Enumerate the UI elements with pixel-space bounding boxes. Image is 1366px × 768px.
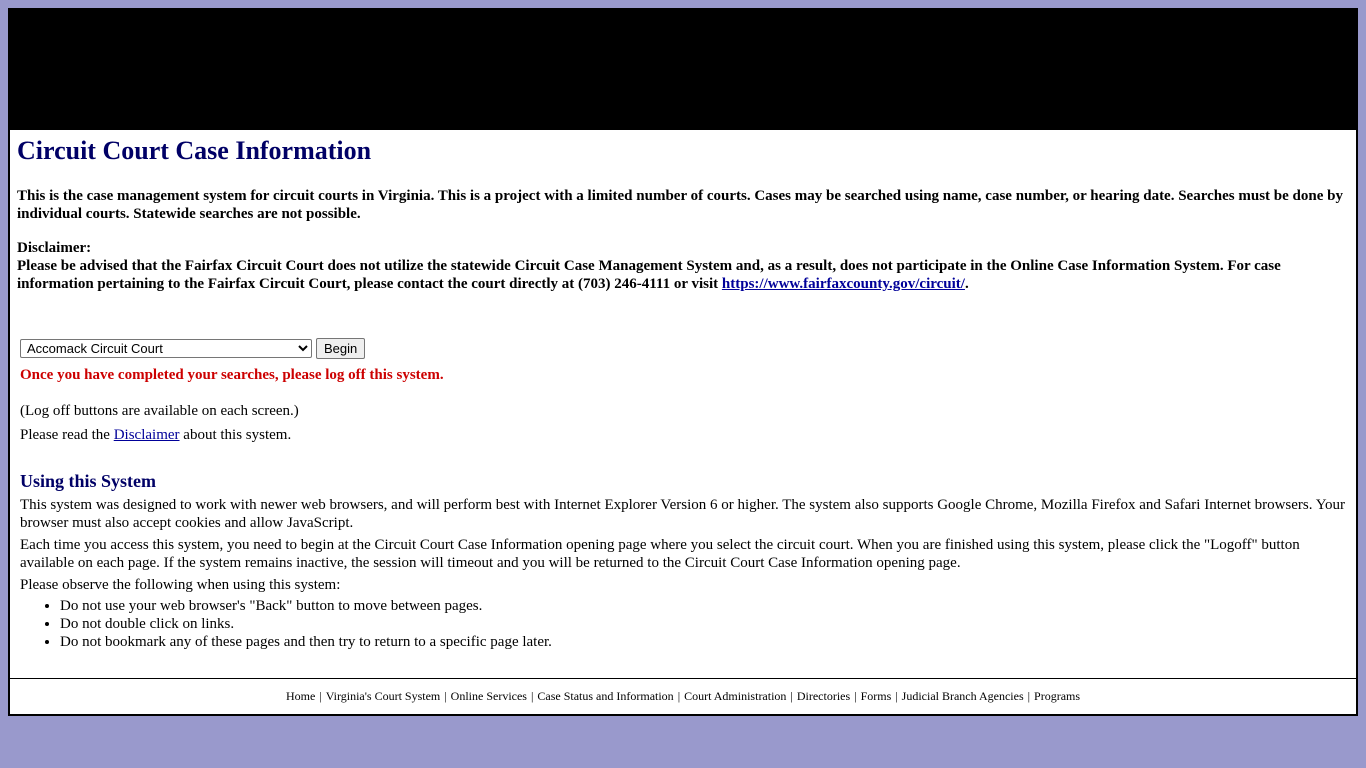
session-instructions-text: Each time you access this system, you ne…: [20, 537, 1300, 571]
footer-separator: |: [319, 688, 322, 703]
footer-separator: |: [530, 688, 534, 703]
header-banner: [10, 10, 1356, 130]
browser-requirements-text: This system was designed to work with ne…: [20, 497, 1346, 531]
fairfax-circuit-link[interactable]: https://www.fairfaxcounty.gov/circuit/: [722, 276, 965, 292]
footer-separator: |: [895, 688, 898, 703]
read-disclaimer-line: Please read the Disclaimer about this sy…: [17, 426, 1349, 444]
intro-text: This is the case management system for c…: [17, 188, 1343, 222]
footer-link-judicial-agencies[interactable]: Judicial Branch Agencies: [902, 689, 1024, 704]
disclaimer-text-end: .: [964, 276, 969, 292]
logoff-warning: Once you have completed your searches, p…: [20, 367, 444, 383]
footer-link-case-status[interactable]: Case Status and Information: [537, 689, 673, 704]
footer-link-virginia-court-system[interactable]: Virginia's Court System: [326, 689, 441, 704]
usage-rules-list: Do not use your web browser's "Back" but…: [17, 597, 1349, 651]
disclaimer-heading: Disclaimer:: [17, 240, 92, 256]
footer-separator: |: [444, 688, 447, 703]
page-frame: Circuit Court Case Information This is t…: [8, 8, 1358, 716]
page-title: Circuit Court Case Information: [17, 136, 372, 165]
disclaimer-link[interactable]: Disclaimer: [114, 427, 180, 443]
list-item: Do not double click on links.: [60, 615, 1349, 633]
footer-nav: Home | Virginia's Court System | Online …: [10, 678, 1356, 713]
using-system-heading: Using this System: [20, 471, 157, 491]
footer-link-forms[interactable]: Forms: [861, 689, 892, 704]
disclaimer-block: Disclaimer: Please be advised that the F…: [17, 239, 1349, 293]
read-suffix: about this system.: [179, 427, 292, 443]
court-selection-row: Accomack Circuit Court Begin: [17, 337, 1349, 359]
read-prefix: Please read the: [20, 427, 114, 443]
footer-link-court-administration[interactable]: Court Administration: [684, 689, 786, 704]
logoff-buttons-note: (Log off buttons are available on each s…: [20, 403, 299, 419]
observe-rules-intro: Please observe the following when using …: [20, 577, 341, 593]
footer-link-programs[interactable]: Programs: [1034, 689, 1080, 704]
begin-button[interactable]: Begin: [316, 337, 366, 359]
disclaimer-text: Please be advised that the Fairfax Circu…: [17, 258, 1281, 292]
list-item: Do not bookmark any of these pages and t…: [60, 633, 1349, 651]
footer-separator: |: [854, 688, 857, 703]
court-select[interactable]: Accomack Circuit Court: [20, 338, 312, 358]
main-content: Circuit Court Case Information This is t…: [10, 136, 1356, 651]
footer-link-online-services[interactable]: Online Services: [451, 689, 527, 704]
footer-separator: |: [790, 688, 793, 703]
footer-link-home[interactable]: Home: [286, 689, 315, 704]
footer-link-directories[interactable]: Directories: [797, 689, 850, 704]
footer-separator: |: [1027, 688, 1031, 703]
footer-separator: |: [677, 688, 681, 703]
list-item: Do not use your web browser's "Back" but…: [60, 597, 1349, 615]
